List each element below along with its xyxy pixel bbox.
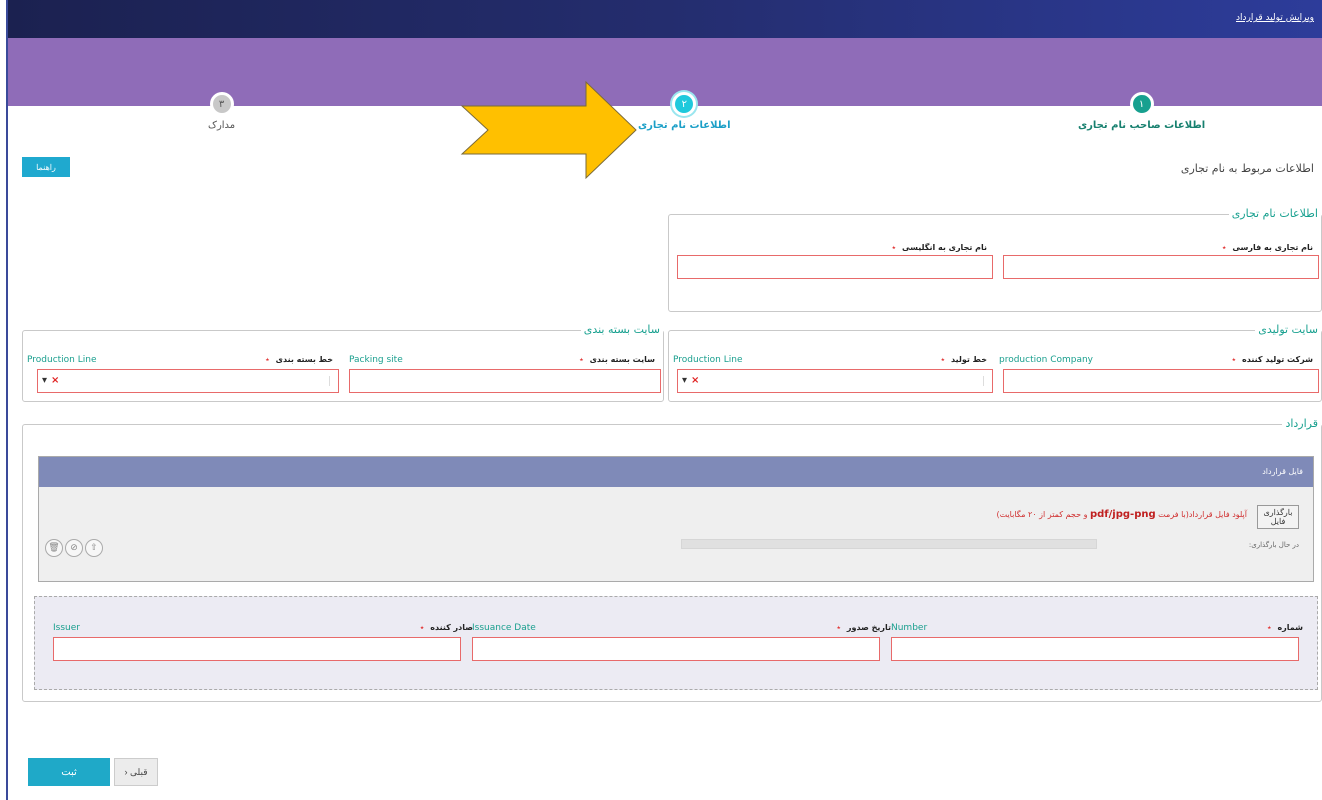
- packing-line-label: خط بسته بندی٭: [265, 355, 333, 364]
- select-separator: [983, 376, 984, 386]
- issuance-date-input[interactable]: [472, 637, 880, 661]
- number-label-en: Number: [891, 623, 928, 633]
- select-separator: [329, 376, 330, 386]
- step-number: ۳: [209, 92, 234, 116]
- help-button[interactable]: راهنما: [22, 157, 70, 177]
- fieldset-legend: سایت تولیدی: [1255, 323, 1321, 336]
- production-site-fieldset: سایت تولیدی شرکت تولید کننده٭ production…: [668, 323, 1322, 402]
- section-heading: اطلاعات مربوط به نام تجاری: [1180, 162, 1314, 175]
- fieldset-legend: اطلاعات نام تجاری: [1228, 207, 1321, 220]
- upload-icon[interactable]: ⇧: [85, 539, 103, 557]
- english-name-label: نام تجاری به انگلیسی٭: [891, 243, 987, 252]
- packing-site-input[interactable]: [349, 369, 661, 393]
- chevron-down-icon[interactable]: ▾: [42, 375, 47, 386]
- upload-file-button[interactable]: بارگذاری فایل: [1257, 505, 1299, 529]
- issuer-label-en: Issuer: [53, 623, 80, 633]
- step-number: ۲: [672, 92, 697, 116]
- issuer-input[interactable]: [53, 637, 461, 661]
- clear-x-icon[interactable]: ×: [691, 375, 699, 386]
- chevron-left-icon: ‹: [124, 767, 128, 777]
- production-line-label: خط تولید٭: [940, 355, 987, 364]
- trash-icon[interactable]: 🗑: [45, 539, 63, 557]
- pointer-arrow-icon: [460, 80, 637, 180]
- persian-name-input[interactable]: [1003, 255, 1319, 279]
- packing-line-select[interactable]: ▾ ×: [37, 369, 339, 393]
- panel-header: فایل قرارداد: [39, 457, 1313, 487]
- packing-site-fieldset: سایت بسته بندی سایت بسته بندی٭ Packing s…: [22, 323, 664, 402]
- producer-label: شرکت تولید کننده٭: [1231, 355, 1313, 364]
- brand-info-fieldset: اطلاعات نام تجاری نام تجاری به فارسی٭ نا…: [668, 207, 1322, 312]
- fieldset-legend: سایت بسته بندی: [580, 323, 663, 336]
- upload-note: آپلود فایل قرارداد(با فرمت pdf/jpg-png و…: [996, 509, 1247, 520]
- contract-details-box: شماره٭ Number تاریخ صدور٭ Issuance Date …: [34, 596, 1318, 690]
- fieldset-legend: قرارداد: [1282, 417, 1321, 430]
- previous-button[interactable]: قبلی ‹: [114, 758, 158, 786]
- cancel-icon[interactable]: ⊘: [65, 539, 83, 557]
- number-label: شماره٭: [1267, 623, 1303, 632]
- packing-line-label-en: Production Line: [27, 355, 97, 365]
- production-line-label-en: Production Line: [673, 355, 743, 365]
- step-number: ۱: [1129, 92, 1154, 116]
- packing-site-label-en: Packing site: [349, 355, 403, 365]
- contract-file-panel: فایل قرارداد بارگذاری فایل آپلود فایل قر…: [38, 456, 1314, 582]
- prev-label: قبلی: [130, 766, 148, 777]
- issuance-date-label: تاریخ صدور٭: [836, 623, 891, 632]
- production-line-select[interactable]: ▾ ×: [677, 369, 993, 393]
- english-name-input[interactable]: [677, 255, 993, 279]
- issuer-label: صادر کننده٭: [419, 623, 473, 632]
- clear-x-icon[interactable]: ×: [51, 375, 59, 386]
- wizard-step-documents[interactable]: ۳ مدارک: [208, 92, 235, 131]
- loading-label: در حال بارگذاری:: [1248, 541, 1299, 549]
- packing-site-label: سایت بسته بندی٭: [579, 355, 655, 364]
- submit-button[interactable]: ثبت: [28, 758, 110, 786]
- wizard-step-owner-info[interactable]: ۱ اطلاعات صاحب نام تجاری: [1078, 92, 1205, 131]
- upload-progress-bar: [681, 539, 1097, 549]
- number-input[interactable]: [891, 637, 1299, 661]
- chevron-down-icon[interactable]: ▾: [682, 375, 687, 386]
- panel-title: فایل قرارداد: [1262, 467, 1303, 476]
- producer-label-en: production Company: [999, 355, 1094, 365]
- page-title[interactable]: ویرایش تولید قرارداد: [1236, 13, 1314, 23]
- producer-input[interactable]: [1003, 369, 1319, 393]
- persian-name-label: نام تجاری به فارسی٭: [1222, 243, 1313, 252]
- step-label: اطلاعات نام تجاری: [638, 120, 731, 131]
- issuance-date-label-en: Issuance Date: [472, 623, 536, 633]
- page-root: ویرایش تولید قرارداد ۱ اطلاعات صاحب نام …: [6, 0, 1322, 800]
- top-bar: ویرایش تولید قرارداد: [8, 0, 1322, 38]
- wizard-step-brand-info[interactable]: ۲ اطلاعات نام تجاری: [638, 92, 731, 131]
- step-label: مدارک: [208, 120, 236, 131]
- step-label: اطلاعات صاحب نام تجاری: [1078, 120, 1206, 131]
